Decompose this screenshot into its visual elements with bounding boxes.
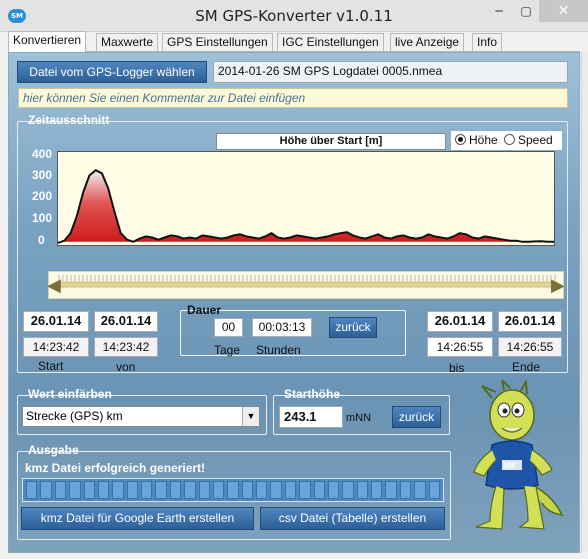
tab-maxwerte[interactable]: Maxwerte bbox=[96, 33, 159, 51]
progress-segment bbox=[385, 481, 397, 499]
ende-date: 26.01.14 bbox=[498, 311, 562, 332]
wert-label: Wert einfärben bbox=[28, 387, 112, 401]
von-time[interactable]: 14:23:42 bbox=[94, 337, 158, 357]
wert-selected-value: Strecke (GPS) km bbox=[26, 409, 123, 423]
chevron-down-icon[interactable]: ▼ bbox=[242, 407, 259, 426]
file-name-field: 2014-01-26 SM GPS Logdatei 0005.nmea bbox=[213, 61, 568, 83]
progress-segment bbox=[342, 481, 354, 499]
csv-create-button[interactable]: csv Datei (Tabelle) erstellen bbox=[260, 507, 445, 530]
progress-segment bbox=[26, 481, 38, 499]
radio-hoehe[interactable]: Höhe bbox=[455, 133, 498, 147]
radio-hoehe-label: Höhe bbox=[469, 133, 498, 147]
dauer-stunden: 00:03:13 bbox=[252, 318, 312, 337]
tab-live-anzeige[interactable]: live Anzeige bbox=[390, 33, 465, 51]
slider-right-handle[interactable]: ▶ bbox=[551, 275, 565, 296]
progress-segment bbox=[414, 481, 426, 499]
progress-segment bbox=[284, 481, 297, 499]
y-tick-200: 200 bbox=[32, 189, 53, 203]
starthoehe-label: Starthöhe bbox=[284, 387, 341, 401]
altitude-chart bbox=[57, 151, 555, 246]
progress-segment bbox=[198, 481, 210, 499]
start-label: Start bbox=[38, 359, 64, 373]
tage-label: Tage bbox=[214, 343, 241, 357]
bis-time[interactable]: 14:26:55 bbox=[427, 337, 493, 357]
maximize-button[interactable]: ▢ bbox=[513, 0, 539, 22]
comment-input[interactable]: hier können Sie einen Kommentar zur Date… bbox=[18, 88, 568, 108]
progress-segment bbox=[169, 481, 182, 499]
tab-info[interactable]: Info bbox=[472, 33, 503, 51]
radio-speed[interactable]: Speed bbox=[504, 133, 553, 147]
progress-segment bbox=[126, 481, 138, 499]
kmz-create-button[interactable]: kmz Datei für Google Earth erstellen bbox=[21, 507, 254, 530]
altitude-line bbox=[57, 169, 554, 244]
von-date: 26.01.14 bbox=[94, 311, 158, 332]
progress-segment bbox=[155, 481, 167, 499]
progress-segment bbox=[270, 481, 282, 499]
y-tick-100: 100 bbox=[32, 211, 53, 225]
altitude-area bbox=[58, 170, 554, 243]
tab-bar: Konvertieren Maxwerte GPS Einstellungen … bbox=[8, 31, 580, 52]
mascot-shirt-text: SM bbox=[503, 461, 515, 470]
ausgabe-progress-bar bbox=[22, 478, 444, 502]
start-time: 14:23:42 bbox=[23, 337, 89, 357]
progress-segment bbox=[327, 481, 340, 499]
ende-time: 14:26:55 bbox=[498, 337, 562, 357]
bis-date: 26.01.14 bbox=[427, 311, 493, 332]
progress-segment bbox=[371, 481, 383, 499]
bis-label: bis bbox=[449, 361, 465, 375]
tab-konvertieren[interactable]: Konvertieren bbox=[8, 31, 87, 52]
time-range-slider[interactable] bbox=[48, 271, 564, 299]
radio-speed-label: Speed bbox=[518, 133, 553, 147]
progress-segment bbox=[69, 481, 81, 499]
close-button[interactable]: ✕ bbox=[539, 0, 588, 22]
title-bar: SM SM GPS-Konverter v1.0.11 ─ ▢ ✕ bbox=[0, 0, 588, 32]
slider-left-handle[interactable]: ◀ bbox=[47, 275, 61, 296]
choose-file-button[interactable]: Datei vom GPS-Logger wählen bbox=[17, 61, 207, 83]
starthoehe-unit: mNN bbox=[346, 412, 372, 424]
progress-segment bbox=[40, 481, 52, 499]
radio-hoehe-dot[interactable] bbox=[455, 134, 466, 145]
chart-title: Höhe über Start [m] bbox=[216, 133, 446, 150]
tab-gps-einstellungen[interactable]: GPS Einstellungen bbox=[162, 33, 273, 51]
dragon-mascot-icon bbox=[473, 380, 564, 530]
progress-segment bbox=[227, 481, 239, 499]
ausgabe-label: Ausgabe bbox=[28, 443, 79, 457]
progress-segment bbox=[54, 481, 67, 499]
altitude-chart-svg bbox=[57, 169, 554, 244]
radio-speed-dot[interactable] bbox=[504, 134, 515, 145]
dauer-reset-button[interactable]: zurück bbox=[329, 317, 377, 338]
start-date: 26.01.14 bbox=[23, 311, 89, 332]
tab-igc-einstellungen[interactable]: IGC Einstellungen bbox=[277, 33, 384, 51]
starthoehe-input[interactable]: 243.1 bbox=[279, 406, 343, 428]
progress-segment bbox=[299, 481, 311, 499]
dauer-label: Dauer bbox=[187, 303, 222, 317]
dauer-tage: 00 bbox=[214, 318, 243, 337]
starthoehe-reset-button[interactable]: zurück bbox=[392, 406, 441, 428]
progress-segment bbox=[141, 481, 153, 499]
progress-segment bbox=[212, 481, 225, 499]
stunden-label: Stunden bbox=[256, 343, 301, 357]
ende-label: Ende bbox=[512, 360, 541, 374]
minimize-button[interactable]: ─ bbox=[485, 0, 513, 22]
progress-segment bbox=[356, 481, 368, 499]
progress-segment bbox=[399, 481, 412, 499]
von-label: von bbox=[116, 360, 136, 374]
progress-segment bbox=[83, 481, 95, 499]
progress-segment bbox=[184, 481, 196, 499]
progress-segment bbox=[97, 481, 110, 499]
y-tick-300: 300 bbox=[32, 168, 53, 182]
y-tick-400: 400 bbox=[32, 147, 53, 161]
progress-segment bbox=[428, 481, 440, 499]
progress-segment bbox=[241, 481, 253, 499]
zeitausschnitt-label: Zeitausschnitt bbox=[28, 113, 110, 127]
ausgabe-status: kmz Datei erfolgreich generiert! bbox=[25, 461, 206, 475]
scrollbar[interactable] bbox=[581, 52, 588, 553]
slider-ticks bbox=[56, 275, 558, 288]
progress-segment bbox=[112, 481, 124, 499]
y-tick-0: 0 bbox=[38, 233, 45, 247]
progress-segment bbox=[313, 481, 325, 499]
progress-segment bbox=[256, 481, 268, 499]
wert-select[interactable]: Strecke (GPS) km ▼ bbox=[22, 406, 260, 427]
